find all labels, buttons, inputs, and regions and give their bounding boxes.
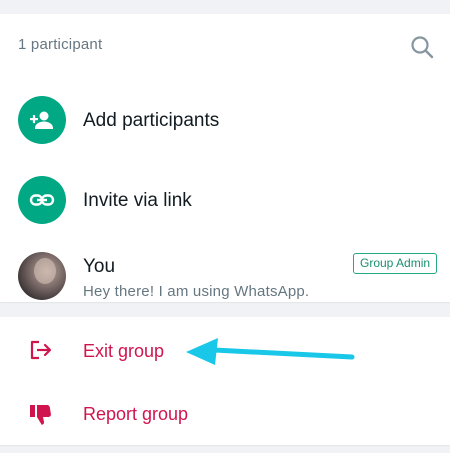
thumbs-down-icon — [28, 402, 54, 428]
avatar — [18, 252, 66, 300]
member-name: You — [83, 256, 116, 277]
search-icon[interactable] — [409, 34, 435, 60]
report-group-button[interactable]: Report group — [0, 381, 450, 445]
participants-count: 1 participant — [18, 36, 103, 53]
member-row[interactable]: You Group Admin Hey there! I am using Wh… — [0, 240, 450, 302]
add-person-icon — [18, 96, 66, 144]
participants-card: 1 participant Add participants Invite vi — [0, 14, 450, 302]
report-group-label: Report group — [83, 404, 189, 424]
member-status: Hey there! I am using WhatsApp. — [83, 283, 310, 300]
add-participants-label: Add participants — [83, 110, 220, 131]
add-participants-row[interactable]: Add participants — [0, 80, 450, 160]
annotation-arrow-icon — [186, 338, 355, 365]
exit-group-label: Exit group — [83, 341, 165, 361]
group-admin-badge: Group Admin — [353, 253, 438, 274]
exit-icon — [28, 337, 54, 363]
invite-via-link-label: Invite via link — [83, 190, 192, 211]
invite-via-link-row[interactable]: Invite via link — [0, 160, 450, 240]
link-icon — [18, 176, 66, 224]
